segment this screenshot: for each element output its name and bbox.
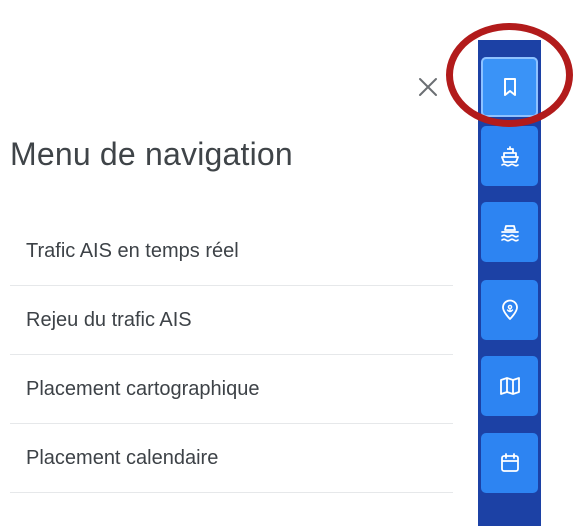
menu-item-calendar-placement[interactable]: Placement calendaire [10, 424, 453, 493]
close-icon [419, 78, 437, 96]
sidebar-calendar-button[interactable] [481, 433, 538, 493]
ship-icon [500, 146, 519, 167]
page-title: Menu de navigation [10, 136, 293, 172]
sidebar-bookmark-button[interactable] [481, 57, 538, 117]
navigation-panel: Menu de navigation Trafic AIS en temps r… [0, 0, 579, 526]
sidebar [478, 40, 541, 526]
map-icon [499, 377, 520, 395]
menu-item-ais-replay[interactable]: Rejeu du trafic AIS [10, 286, 453, 355]
close-button[interactable] [413, 72, 443, 102]
menu-item-map-placement[interactable]: Placement cartographique [10, 355, 453, 424]
sidebar-location-button[interactable] [481, 280, 538, 340]
menu-item-realtime-ais[interactable]: Trafic AIS en temps réel [10, 218, 453, 286]
sidebar-map-button[interactable] [481, 356, 538, 416]
navigation-menu: Trafic AIS en temps réel Rejeu du trafic… [10, 218, 453, 493]
calendar-icon [500, 453, 519, 472]
sidebar-ship-button[interactable] [481, 126, 538, 186]
bookmark-icon [503, 78, 516, 96]
location-pin-icon [501, 299, 518, 320]
sidebar-ferry-button[interactable] [481, 202, 538, 262]
ferry-waves-icon [500, 225, 519, 242]
